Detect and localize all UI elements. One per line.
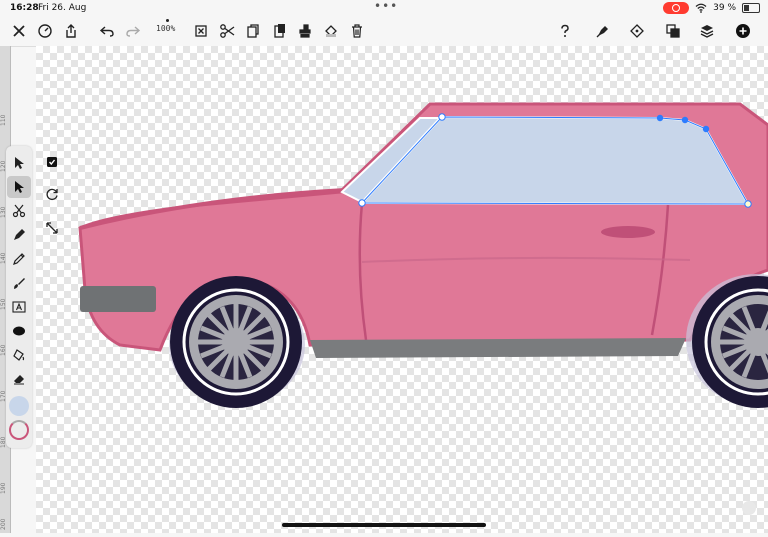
copy-button[interactable] <box>242 20 264 42</box>
plus-circle-icon <box>736 24 750 38</box>
add-button[interactable] <box>732 20 754 42</box>
pen-icon <box>14 229 25 240</box>
close-button[interactable] <box>8 20 30 42</box>
direct-select-icon <box>15 181 24 193</box>
trash-icon <box>352 24 362 38</box>
symbols-button[interactable] <box>626 20 648 42</box>
scissors-icon <box>12 204 26 218</box>
scissors-icon <box>220 24 235 38</box>
tool-pen[interactable] <box>7 224 31 246</box>
pencil-icon <box>13 253 25 265</box>
bucket-icon <box>325 25 337 37</box>
redo-icon <box>126 26 141 37</box>
select-arrow-icon <box>15 157 24 169</box>
tool-direct-select[interactable] <box>7 176 31 198</box>
stamp-icon <box>299 24 311 38</box>
cut-button[interactable] <box>216 20 238 42</box>
tool-select[interactable] <box>7 152 31 174</box>
resize-icon <box>46 222 58 234</box>
checkbox-icon <box>47 157 57 167</box>
undo-button[interactable] <box>96 20 118 42</box>
layers-button[interactable] <box>696 20 718 42</box>
stroke-color-swatch[interactable] <box>9 420 29 440</box>
status-right: 39 % <box>663 2 760 14</box>
corner-handle[interactable] <box>742 501 756 515</box>
brush-icon <box>14 278 25 289</box>
boolean-button[interactable] <box>662 20 684 42</box>
tool-eraser[interactable] <box>7 368 31 390</box>
text-icon <box>12 301 26 313</box>
undo-icon <box>99 26 114 37</box>
paste-style-button[interactable] <box>294 20 316 42</box>
settings-button[interactable] <box>34 20 56 42</box>
redo-button[interactable] <box>122 20 144 42</box>
layers-icon <box>700 25 714 38</box>
pen-nib-icon <box>596 26 608 38</box>
battery-icon <box>742 3 760 13</box>
tool-fill[interactable] <box>7 344 31 366</box>
close-icon <box>13 25 25 37</box>
tool-brush[interactable] <box>7 272 31 294</box>
screen-record-icon[interactable] <box>663 2 690 14</box>
status-bar: 16:28 Fri 26. Aug ••• 39 % <box>0 0 768 16</box>
share-icon <box>66 24 76 38</box>
gauge-icon <box>38 24 52 38</box>
tool-scissors[interactable] <box>7 200 31 222</box>
subtool-resize[interactable] <box>42 218 62 238</box>
diamond-icon <box>630 24 644 38</box>
car-illustration <box>78 102 768 408</box>
delete-button[interactable] <box>346 20 368 42</box>
tool-shape[interactable] <box>7 320 31 342</box>
status-time: 16:28 <box>10 3 39 13</box>
status-date: Fri 26. Aug <box>38 3 87 13</box>
subtool-checkbox[interactable] <box>42 152 62 172</box>
paste-button[interactable] <box>268 20 290 42</box>
rotate-icon <box>46 188 58 201</box>
home-indicator[interactable] <box>282 523 486 527</box>
tool-pencil[interactable] <box>7 248 31 270</box>
tool-text[interactable] <box>7 296 31 318</box>
fill-bucket-icon <box>13 349 25 361</box>
battery-percent: 39 % <box>713 3 736 13</box>
ruler-tick: 110 <box>0 114 7 126</box>
deselect-icon <box>195 25 207 37</box>
multitask-dots-icon[interactable]: ••• <box>374 0 398 13</box>
question-icon <box>561 24 569 37</box>
ruler-tick: 190 <box>0 482 7 494</box>
paste-icon <box>274 24 285 38</box>
fill-style-button[interactable] <box>320 20 342 42</box>
wifi-icon <box>695 3 707 13</box>
shape-icon <box>13 326 25 336</box>
drawing-canvas[interactable] <box>36 46 768 533</box>
deselect-button[interactable] <box>190 20 212 42</box>
fill-color-swatch[interactable] <box>9 396 29 416</box>
zoom-level[interactable]: 100% <box>156 24 175 33</box>
tool-sidebar <box>6 146 32 448</box>
subtool-rotate[interactable] <box>42 184 62 204</box>
ruler-tick: 200 <box>0 518 7 530</box>
overlap-icon <box>666 24 680 38</box>
eraser-icon <box>14 375 24 385</box>
help-button[interactable] <box>554 20 576 42</box>
tools-button[interactable] <box>592 20 614 42</box>
front-wheel <box>170 276 302 408</box>
share-button[interactable] <box>60 20 82 42</box>
copy-icon <box>247 24 259 38</box>
zoom-indicator-dot <box>166 19 169 22</box>
top-toolbar: 100% <box>0 16 768 47</box>
